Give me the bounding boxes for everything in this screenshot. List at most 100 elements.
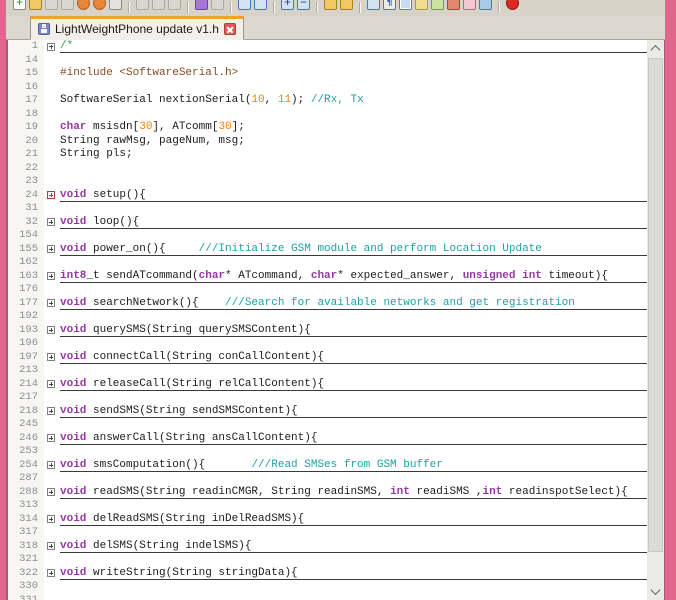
start-recording-macro-button[interactable] — [506, 0, 519, 10]
code-line-318[interactable]: 318 void delSMS(String indelSMS){ — [8, 539, 647, 553]
code-line-17[interactable]: 17 SoftwareSerial nextionSerial(10, 11); … — [8, 94, 647, 108]
code-line-321[interactable]: 321 — [8, 553, 647, 567]
code-line-31[interactable]: 31 — [8, 202, 647, 216]
code-line-24[interactable]: 24 void setup(){ — [8, 188, 647, 202]
fold-expand-icon[interactable] — [47, 434, 55, 442]
save-all-button[interactable] — [61, 0, 74, 10]
show-indent-guide-button[interactable] — [399, 0, 412, 10]
zoom-in-button[interactable]: + — [281, 0, 294, 10]
close-all-button[interactable] — [93, 0, 106, 10]
scroll-up-button[interactable] — [647, 40, 664, 57]
function-list-button[interactable] — [447, 0, 460, 10]
code-line-288[interactable]: 288 void readSMS(String readinCMGR, Strin… — [8, 485, 647, 499]
code-line-23[interactable]: 23 — [8, 175, 647, 189]
code-line-214[interactable]: 214 void releaseCall(String relCallConten… — [8, 377, 647, 391]
code-line-245[interactable]: 245 — [8, 418, 647, 432]
tab-lightweightphone[interactable]: LightWeightPhone update v1.h — [30, 16, 244, 40]
code-line-176[interactable]: 176 — [8, 283, 647, 297]
fold-expand-icon[interactable] — [47, 299, 55, 307]
fold-expand-icon[interactable] — [47, 326, 55, 334]
print-button[interactable] — [109, 0, 122, 10]
document-map-button[interactable] — [431, 0, 444, 10]
cut-button[interactable] — [136, 0, 149, 10]
code-line-331[interactable]: 331 — [8, 593, 647, 600]
code-line-18[interactable]: 18 — [8, 107, 647, 121]
code-line-14[interactable]: 14 — [8, 53, 647, 67]
tab-close-icon[interactable] — [223, 23, 236, 35]
code-line-314[interactable]: 314 void delReadSMS(String inDelReadSMS){ — [8, 512, 647, 526]
fold-expand-icon[interactable] — [47, 191, 55, 199]
editor: 1 /* 14 15 #include <SoftwareSerial.h> 16 17 So… — [6, 40, 665, 600]
code-line-32[interactable]: 32 void loop(){ — [8, 215, 647, 229]
code-line-317[interactable]: 317 — [8, 526, 647, 540]
copy-button[interactable] — [152, 0, 165, 10]
code-line-193[interactable]: 193 void querySMS(String querySMSContent)… — [8, 323, 647, 337]
fold-expand-icon[interactable] — [47, 488, 55, 496]
show-all-characters-button[interactable]: ¶ — [383, 0, 396, 10]
sync-vertical-scrolling-button[interactable] — [324, 0, 337, 10]
undo-button[interactable] — [195, 0, 208, 10]
fold-margin — [44, 364, 60, 378]
fold-expand-icon[interactable] — [47, 542, 55, 550]
code-line-16[interactable]: 16 — [8, 80, 647, 94]
code-line-197[interactable]: 197 void connectCall(String conCallConten… — [8, 350, 647, 364]
code-line-322[interactable]: 322 void writeString(String stringData){ — [8, 566, 647, 580]
fold-expand-icon[interactable] — [47, 245, 55, 253]
fold-expand-icon[interactable] — [47, 461, 55, 469]
code-line-162[interactable]: 162 — [8, 256, 647, 270]
code-line-213[interactable]: 213 — [8, 364, 647, 378]
code-line-287[interactable]: 287 — [8, 472, 647, 486]
line-number: 331 — [8, 593, 44, 600]
fold-expand-icon[interactable] — [47, 353, 55, 361]
code-line-246[interactable]: 246 void answerCall(String ansCallContent… — [8, 431, 647, 445]
close-button[interactable] — [77, 0, 90, 10]
scroll-thumb[interactable] — [648, 58, 663, 553]
line-number: 330 — [8, 580, 44, 594]
code-line-192[interactable]: 192 — [8, 310, 647, 324]
fold-expand-icon[interactable] — [47, 218, 55, 226]
scroll-down-button[interactable] — [647, 583, 664, 600]
redo-button[interactable] — [211, 0, 224, 10]
code-token: void — [60, 512, 87, 525]
word-wrap-button[interactable] — [367, 0, 380, 10]
code-line-21[interactable]: 21 String pls; — [8, 148, 647, 162]
zoom-out-button[interactable]: − — [297, 0, 310, 10]
code-line-154[interactable]: 154 — [8, 229, 647, 243]
fold-expand-icon[interactable] — [47, 407, 55, 415]
code-line-155[interactable]: 155 void power_on(){ ///Initialize GSM mo… — [8, 242, 647, 256]
scroll-track[interactable] — [647, 57, 664, 583]
folder-as-workspace-button[interactable] — [463, 0, 476, 10]
monitoring-button[interactable] — [479, 0, 492, 10]
code-line-22[interactable]: 22 — [8, 161, 647, 175]
code-line-196[interactable]: 196 — [8, 337, 647, 351]
save-button[interactable] — [45, 0, 58, 10]
find-button[interactable] — [238, 0, 251, 10]
code-line-253[interactable]: 253 — [8, 445, 647, 459]
code-line-163[interactable]: 163 int8_t sendATcommand(char* ATcommand,… — [8, 269, 647, 283]
code-area[interactable]: 1 /* 14 15 #include <SoftwareSerial.h> 16 17 So… — [8, 40, 647, 600]
open-file-button[interactable] — [29, 0, 42, 10]
code-line-1[interactable]: 1 /* — [8, 40, 647, 54]
code-line-313[interactable]: 313 — [8, 499, 647, 513]
fold-expand-icon[interactable] — [47, 272, 55, 280]
code-line-20[interactable]: 20 String rawMsg, pageNum, msg; — [8, 134, 647, 148]
code-line-330[interactable]: 330 — [8, 580, 647, 594]
new-file-button[interactable]: + — [13, 0, 26, 10]
fold-expand-icon[interactable] — [47, 42, 55, 51]
code-line-177[interactable]: 177 void searchNetwork(){ ///Search for a… — [8, 296, 647, 310]
vertical-scrollbar[interactable] — [647, 40, 664, 600]
paste-button[interactable] — [168, 0, 181, 10]
code-line-254[interactable]: 254 void smsComputation(){ ///Read SMSes … — [8, 458, 647, 472]
code-line-218[interactable]: 218 void sendSMS(String sendSMSContent){ — [8, 404, 647, 418]
code-line-19[interactable]: 19 char msisdn[30], ATcomm[30]; — [8, 121, 647, 135]
code-token: querySMS(String querySMSContent){ — [86, 323, 311, 336]
sync-horizontal-scrolling-button[interactable] — [340, 0, 353, 10]
replace-button[interactable] — [254, 0, 267, 10]
fold-expand-icon[interactable] — [47, 380, 55, 388]
code-line-15[interactable]: 15 #include <SoftwareSerial.h> — [8, 67, 647, 81]
code-line-217[interactable]: 217 — [8, 391, 647, 405]
fold-margin — [44, 391, 60, 405]
fold-expand-icon[interactable] — [47, 515, 55, 523]
user-defined-language-button[interactable] — [415, 0, 428, 10]
fold-expand-icon[interactable] — [47, 569, 55, 577]
